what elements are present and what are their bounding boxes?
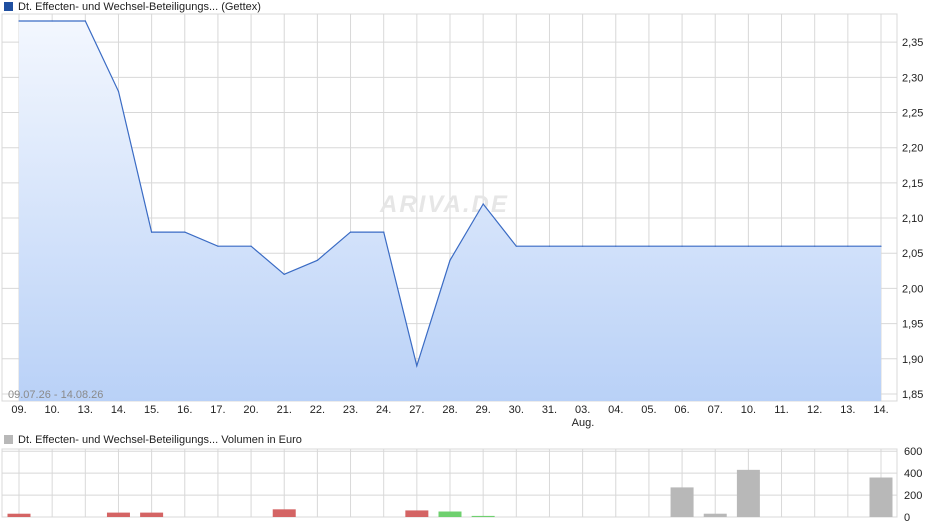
price-point xyxy=(648,245,650,247)
price-point xyxy=(515,245,517,247)
date-x-axis: 09. 10. 13. 14. 15. 16. 17. 20. 21. 22. 23. 24. 27. 2… xyxy=(11,404,888,416)
price-point xyxy=(681,245,683,247)
x-tick-label: 21. xyxy=(277,404,292,416)
volume-y-tick: 600 xyxy=(904,446,922,458)
price-point xyxy=(383,231,385,233)
x-tick-label: 16. xyxy=(177,404,192,416)
price-point xyxy=(349,231,352,233)
price-point xyxy=(316,259,318,261)
price-point xyxy=(283,273,285,275)
price-y-tick: 1,90 xyxy=(902,354,923,366)
month-label: Aug. xyxy=(572,417,595,429)
volume-y-axis: 600 400 200 0 xyxy=(904,446,922,524)
price-point xyxy=(217,245,219,247)
x-tick-label: 28. xyxy=(442,404,457,416)
price-y-tick: 2,35 xyxy=(902,37,923,49)
price-y-tick: 1,85 xyxy=(902,389,923,401)
x-tick-label: 15. xyxy=(144,404,159,416)
x-tick-label: 13. xyxy=(78,404,93,416)
price-point xyxy=(482,203,484,205)
price-point xyxy=(548,245,551,247)
volume-y-tick: 400 xyxy=(904,468,922,480)
price-point xyxy=(51,20,53,22)
price-y-tick: 2,05 xyxy=(902,248,923,260)
price-point xyxy=(780,245,783,247)
volume-bar xyxy=(405,510,429,517)
volume-bar xyxy=(869,477,893,517)
price-y-tick: 2,30 xyxy=(902,72,923,84)
volume-y-tick: 0 xyxy=(904,512,910,524)
x-tick-label: 13. xyxy=(840,404,855,416)
x-tick-label: 22. xyxy=(310,404,325,416)
price-point xyxy=(416,365,418,367)
x-tick-label: 10. xyxy=(741,404,756,416)
x-tick-label: 24. xyxy=(376,404,391,416)
x-tick-label: 05. xyxy=(641,404,656,416)
price-y-tick: 1,95 xyxy=(902,319,923,331)
x-tick-label: 31. xyxy=(542,404,557,416)
x-tick-label: 10. xyxy=(45,404,60,416)
volume-bar xyxy=(106,512,130,517)
price-y-tick: 2,20 xyxy=(902,143,923,155)
x-tick-label: 03. xyxy=(575,404,590,416)
price-point xyxy=(747,245,749,247)
price-point xyxy=(151,231,153,233)
x-tick-label: 12. xyxy=(807,404,822,416)
x-tick-label: 11. xyxy=(774,404,788,416)
x-tick-label: 23. xyxy=(343,404,358,416)
price-point xyxy=(714,245,716,247)
volume-bar xyxy=(438,511,462,517)
volume-bar xyxy=(140,512,164,517)
price-point xyxy=(880,245,882,247)
volume-y-tick: 200 xyxy=(904,490,922,502)
volume-bar xyxy=(7,513,31,517)
price-point xyxy=(117,90,120,92)
price-y-axis: 2,35 2,30 2,25 2,20 2,15 2,10 2,05 2,00 1,95 1,90… xyxy=(902,37,923,401)
x-tick-label: 06. xyxy=(674,404,689,416)
volume-bar xyxy=(471,515,495,517)
x-tick-label: 04. xyxy=(608,404,623,416)
x-tick-label: 29. xyxy=(476,404,491,416)
volume-bar xyxy=(703,513,727,517)
price-y-tick: 2,00 xyxy=(902,283,923,295)
x-tick-label: 14. xyxy=(111,404,126,416)
price-point xyxy=(250,245,252,247)
price-point xyxy=(582,245,584,247)
x-tick-label: 09. xyxy=(11,404,26,416)
price-y-tick: 2,10 xyxy=(902,213,923,225)
x-tick-label: 20. xyxy=(243,404,258,416)
price-point xyxy=(84,20,86,22)
x-tick-label: 17. xyxy=(210,404,225,416)
x-tick-label: 07. xyxy=(708,404,723,416)
volume-grid xyxy=(1,448,898,518)
price-point xyxy=(18,20,20,22)
date-range-label: 09.07.26 - 14.08.26 xyxy=(8,389,103,401)
price-y-tick: 2,15 xyxy=(902,178,923,190)
stock-chart: ARIVA.DE 2,352,302,252,202,152,102,052,0… xyxy=(1,13,923,524)
price-point xyxy=(615,245,617,247)
price-point xyxy=(847,245,849,247)
x-tick-label: 30. xyxy=(509,404,524,416)
price-point xyxy=(184,231,186,233)
volume-bar xyxy=(272,509,296,517)
price-y-tick: 2,25 xyxy=(902,108,923,120)
x-tick-label: 27. xyxy=(409,404,424,416)
price-point xyxy=(814,245,816,247)
volume-bar xyxy=(670,487,694,517)
price-point xyxy=(449,259,451,261)
volume-bar xyxy=(736,469,760,517)
x-tick-label: 14. xyxy=(873,404,888,416)
